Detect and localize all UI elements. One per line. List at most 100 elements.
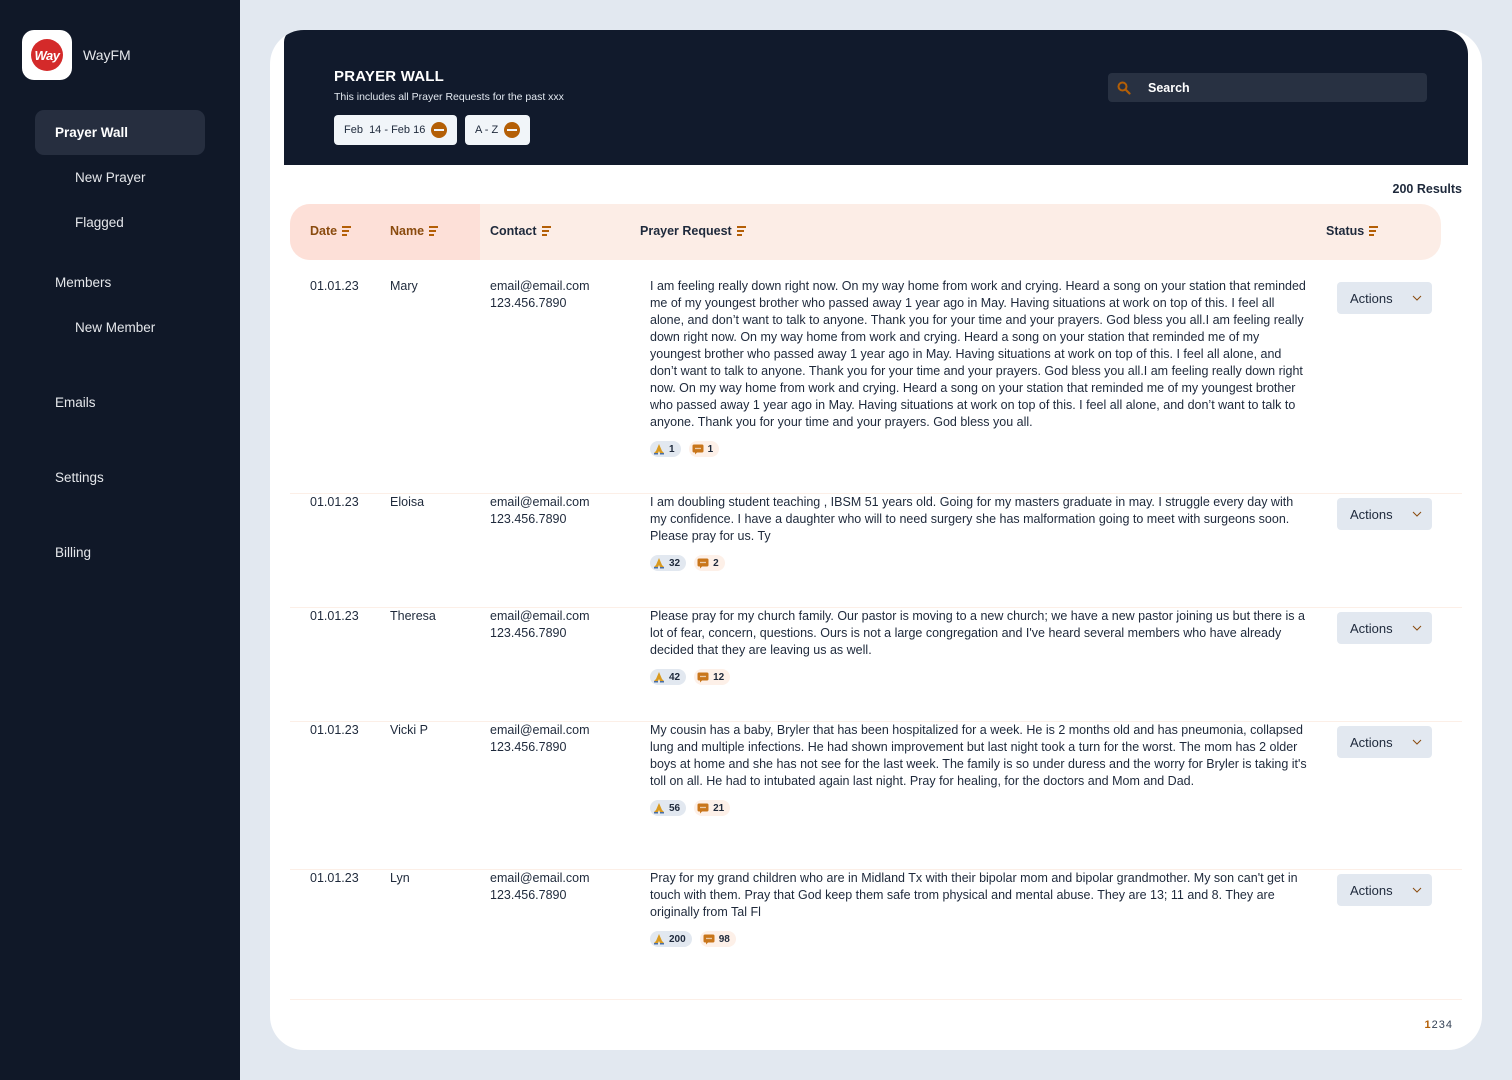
row-date: 01.01.23: [310, 609, 359, 623]
sort-icon: [736, 226, 746, 236]
row-email[interactable]: email@email.com: [490, 278, 590, 295]
row-name: Theresa: [390, 609, 436, 623]
row-email[interactable]: email@email.com: [490, 608, 590, 625]
chevron-down-icon: [1412, 887, 1422, 893]
actions-label: Actions: [1350, 506, 1393, 522]
sidebar-item-emails[interactable]: Emails: [55, 395, 96, 410]
row-name: Lyn: [390, 871, 410, 885]
praying-hands-icon: [654, 558, 664, 569]
pray-count: 200: [669, 933, 686, 945]
row-prayer-request: I am feeling really down right now. On m…: [650, 278, 1310, 457]
pagination: 1234: [1425, 1019, 1453, 1031]
comment-count-badge[interactable]: 98: [699, 931, 736, 947]
pray-count-badge[interactable]: 56: [650, 800, 687, 816]
prayer-request-text: Pray for my grand children who are in Mi…: [650, 871, 1298, 919]
page-link-1[interactable]: 1: [1425, 1019, 1431, 1031]
column-label: Contact: [490, 224, 537, 238]
pray-count-badge[interactable]: 1: [650, 441, 681, 457]
column-header-date[interactable]: Date: [310, 224, 352, 238]
sidebar-item-flagged[interactable]: Flagged: [75, 215, 124, 230]
row-phone[interactable]: 123.456.7890: [490, 295, 590, 312]
sort-filter-chip[interactable]: A - Z: [465, 115, 531, 145]
actions-dropdown[interactable]: Actions: [1337, 612, 1432, 644]
page-link-3[interactable]: 3: [1439, 1019, 1445, 1031]
page-link-4[interactable]: 4: [1446, 1019, 1452, 1031]
column-header-prayer-request[interactable]: Prayer Request: [640, 224, 746, 238]
actions-label: Actions: [1350, 734, 1393, 750]
pray-count: 32: [669, 557, 681, 569]
column-label: Prayer Request: [640, 224, 732, 238]
comment-count-badge[interactable]: 2: [694, 555, 725, 571]
page-link-2[interactable]: 2: [1432, 1019, 1438, 1031]
sidebar-item-billing[interactable]: Billing: [55, 545, 91, 560]
comment-icon: [697, 672, 709, 682]
results-count: 200 Results: [1392, 182, 1462, 196]
table-row: 01.01.23 Theresa email@email.com 123.456…: [290, 608, 1462, 722]
pray-count: 1: [669, 443, 675, 455]
row-contact: email@email.com 123.456.7890: [490, 608, 590, 642]
app-name: WayFM: [83, 47, 131, 63]
row-date: 01.01.23: [310, 871, 359, 885]
chevron-down-icon: [1412, 511, 1422, 517]
reaction-badges: 56 21: [650, 800, 1310, 816]
comment-count-badge[interactable]: 1: [688, 441, 720, 457]
row-email[interactable]: email@email.com: [490, 722, 590, 739]
pray-count-badge[interactable]: 32: [650, 555, 687, 571]
actions-dropdown[interactable]: Actions: [1337, 282, 1432, 314]
sidebar-item-new-prayer[interactable]: New Prayer: [75, 170, 146, 185]
comment-icon: [697, 803, 709, 813]
search-icon: [1117, 81, 1131, 95]
pray-count-badge[interactable]: 42: [650, 669, 687, 685]
row-phone[interactable]: 123.456.7890: [490, 739, 590, 756]
column-label: Date: [310, 224, 338, 238]
row-date: 01.01.23: [310, 495, 359, 509]
row-phone[interactable]: 123.456.7890: [490, 511, 590, 528]
chevron-down-icon: [1412, 739, 1422, 745]
sidebar-item-prayer-wall[interactable]: Prayer Wall: [35, 110, 205, 155]
pray-count-badge[interactable]: 200: [650, 931, 692, 947]
sidebar: Way WayFM Prayer Wall New Prayer Flagged…: [0, 0, 240, 1080]
table-row: 01.01.23 Vicki P email@email.com 123.456…: [290, 722, 1462, 870]
remove-circle-icon[interactable]: [431, 122, 448, 138]
comment-count-badge[interactable]: 12: [694, 669, 731, 685]
chevron-down-icon: [1412, 295, 1422, 301]
comment-count: 21: [713, 802, 725, 814]
comment-count: 12: [713, 671, 725, 683]
page-subtitle: This includes all Prayer Requests for th…: [334, 91, 564, 103]
row-email[interactable]: email@email.com: [490, 494, 590, 511]
comment-count-badge[interactable]: 21: [694, 800, 731, 816]
sort-icon: [429, 226, 439, 236]
table-row: 01.01.23 Eloisa email@email.com 123.456.…: [290, 494, 1462, 608]
comment-count: 1: [707, 443, 714, 455]
sidebar-item-settings[interactable]: Settings: [55, 470, 104, 485]
sidebar-item-new-member[interactable]: New Member: [75, 320, 155, 335]
comment-count: 2: [713, 557, 719, 569]
row-phone[interactable]: 123.456.7890: [490, 625, 590, 642]
filter-label: A - Z: [475, 124, 499, 136]
remove-circle-icon[interactable]: [504, 122, 521, 138]
table-row: 01.01.23 Mary email@email.com 123.456.78…: [290, 278, 1462, 494]
column-header-name[interactable]: Name: [390, 224, 439, 238]
sidebar-item-members[interactable]: Members: [55, 275, 111, 290]
page-header: PRAYER WALL This includes all Prayer Req…: [284, 30, 1468, 165]
actions-label: Actions: [1350, 882, 1393, 898]
page-title: PRAYER WALL: [334, 68, 444, 85]
table-header: Date Name Contact Prayer Request Status: [290, 204, 1441, 260]
main-card: PRAYER WALL This includes all Prayer Req…: [270, 30, 1482, 1050]
comment-icon: [692, 444, 704, 454]
row-prayer-request: Pray for my grand children who are in Mi…: [650, 870, 1310, 947]
sort-icon: [342, 226, 352, 236]
search-input[interactable]: Search: [1108, 73, 1427, 102]
column-header-contact[interactable]: Contact: [490, 224, 551, 238]
actions-dropdown[interactable]: Actions: [1337, 498, 1432, 530]
wayfm-logo: Way: [22, 30, 72, 80]
sort-icon: [541, 226, 551, 236]
column-header-status[interactable]: Status: [1326, 224, 1379, 238]
actions-dropdown[interactable]: Actions: [1337, 726, 1432, 758]
filter-label: Feb 14 - Feb 16: [344, 124, 426, 136]
actions-dropdown[interactable]: Actions: [1337, 874, 1432, 906]
brand[interactable]: Way WayFM: [22, 30, 131, 80]
row-phone[interactable]: 123.456.7890: [490, 887, 590, 904]
row-email[interactable]: email@email.com: [490, 870, 590, 887]
date-range-filter-chip[interactable]: Feb 14 - Feb 16: [334, 115, 458, 145]
